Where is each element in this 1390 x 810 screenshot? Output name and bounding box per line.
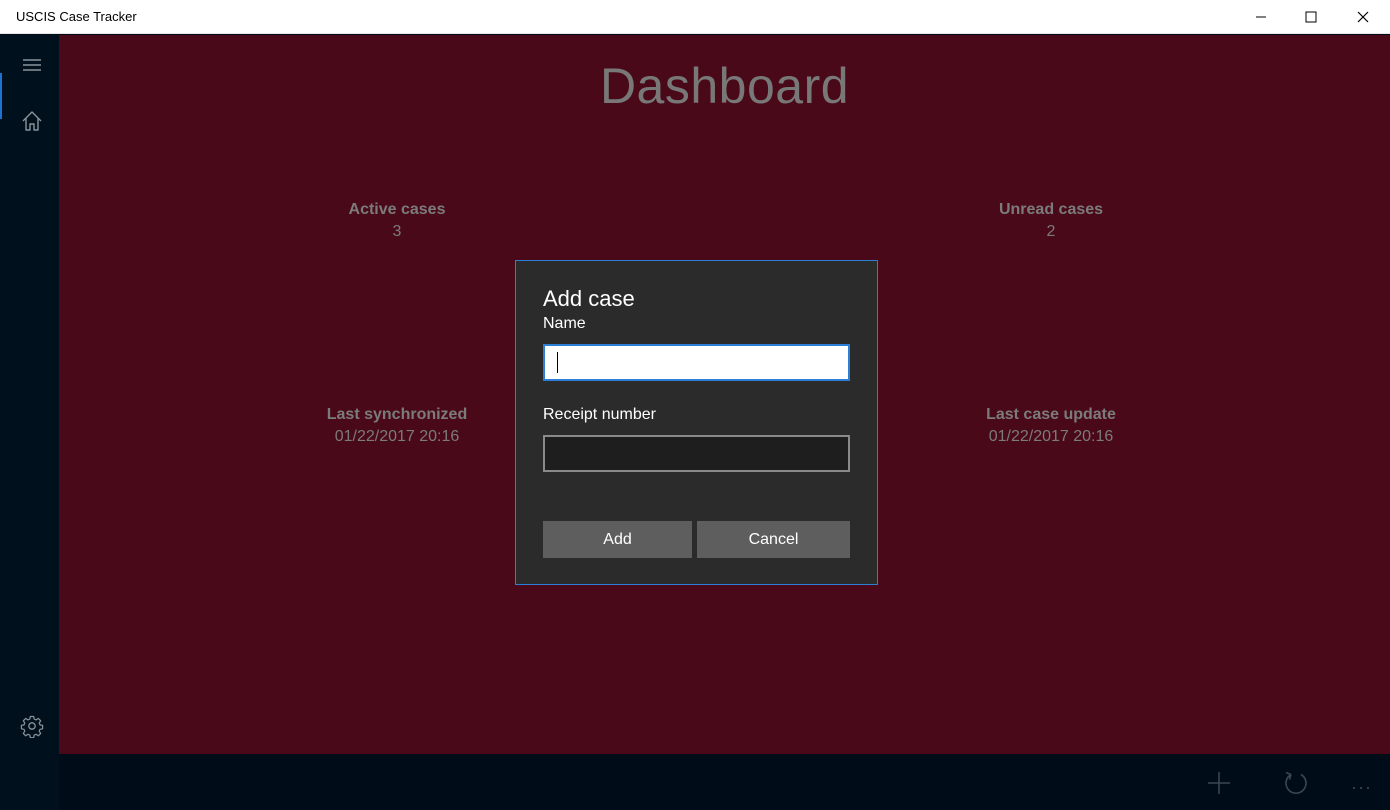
nav-item-settings[interactable] [20, 714, 44, 738]
unread-cases-stat: Unread cases 2 [921, 201, 1181, 241]
hamburger-menu-button[interactable] [20, 53, 44, 77]
maximize-icon [1305, 11, 1317, 23]
last-case-update-value: 01/22/2017 20:16 [988, 428, 1114, 445]
more-button[interactable]: ... [1347, 768, 1377, 798]
more-icon: ... [1351, 772, 1373, 793]
app-title: USCIS Case Tracker [16, 9, 137, 24]
hamburger-menu-icon [23, 59, 41, 71]
add-button[interactable]: Add [543, 521, 692, 558]
nav-accent-bar [0, 73, 2, 119]
nav-pane [0, 35, 59, 810]
active-cases-stat: Active cases 3 [267, 201, 527, 241]
add-case-button[interactable] [1204, 768, 1234, 798]
refresh-icon [1285, 771, 1307, 794]
unread-cases-label: Unread cases [998, 201, 1104, 218]
nav-item-home[interactable] [20, 109, 44, 133]
gear-icon [20, 715, 44, 738]
last-case-update-label: Last case update [986, 406, 1116, 423]
last-synchronized-stat: Last synchronized 01/22/2017 20:16 [267, 406, 527, 446]
minimize-button[interactable] [1238, 0, 1284, 34]
unread-cases-value: 2 [1046, 223, 1056, 240]
command-bar: ... [59, 754, 1390, 810]
refresh-button[interactable] [1281, 768, 1311, 798]
last-synchronized-label: Last synchronized [326, 406, 468, 423]
name-input[interactable] [543, 344, 850, 381]
add-case-dialog: Add case Name Receipt number Add Cancel [515, 260, 878, 585]
cancel-button[interactable]: Cancel [697, 521, 850, 558]
last-synchronized-value: 01/22/2017 20:16 [334, 428, 460, 445]
home-icon [22, 111, 42, 131]
dialog-title: Add case [543, 286, 635, 311]
close-icon [1357, 11, 1369, 23]
maximize-button[interactable] [1288, 0, 1334, 34]
active-cases-label: Active cases [348, 201, 446, 218]
text-caret [557, 352, 558, 373]
last-case-update-stat: Last case update 01/22/2017 20:16 [921, 406, 1181, 446]
name-label: Name [543, 315, 586, 332]
active-cases-value: 3 [392, 223, 402, 240]
receipt-number-input[interactable] [543, 435, 850, 472]
title-bar: USCIS Case Tracker [0, 0, 1390, 34]
minimize-icon [1256, 16, 1266, 18]
close-button[interactable] [1340, 0, 1386, 34]
add-icon [1208, 772, 1230, 794]
page-title: Dashboard [599, 58, 850, 114]
receipt-number-label: Receipt number [543, 406, 656, 423]
